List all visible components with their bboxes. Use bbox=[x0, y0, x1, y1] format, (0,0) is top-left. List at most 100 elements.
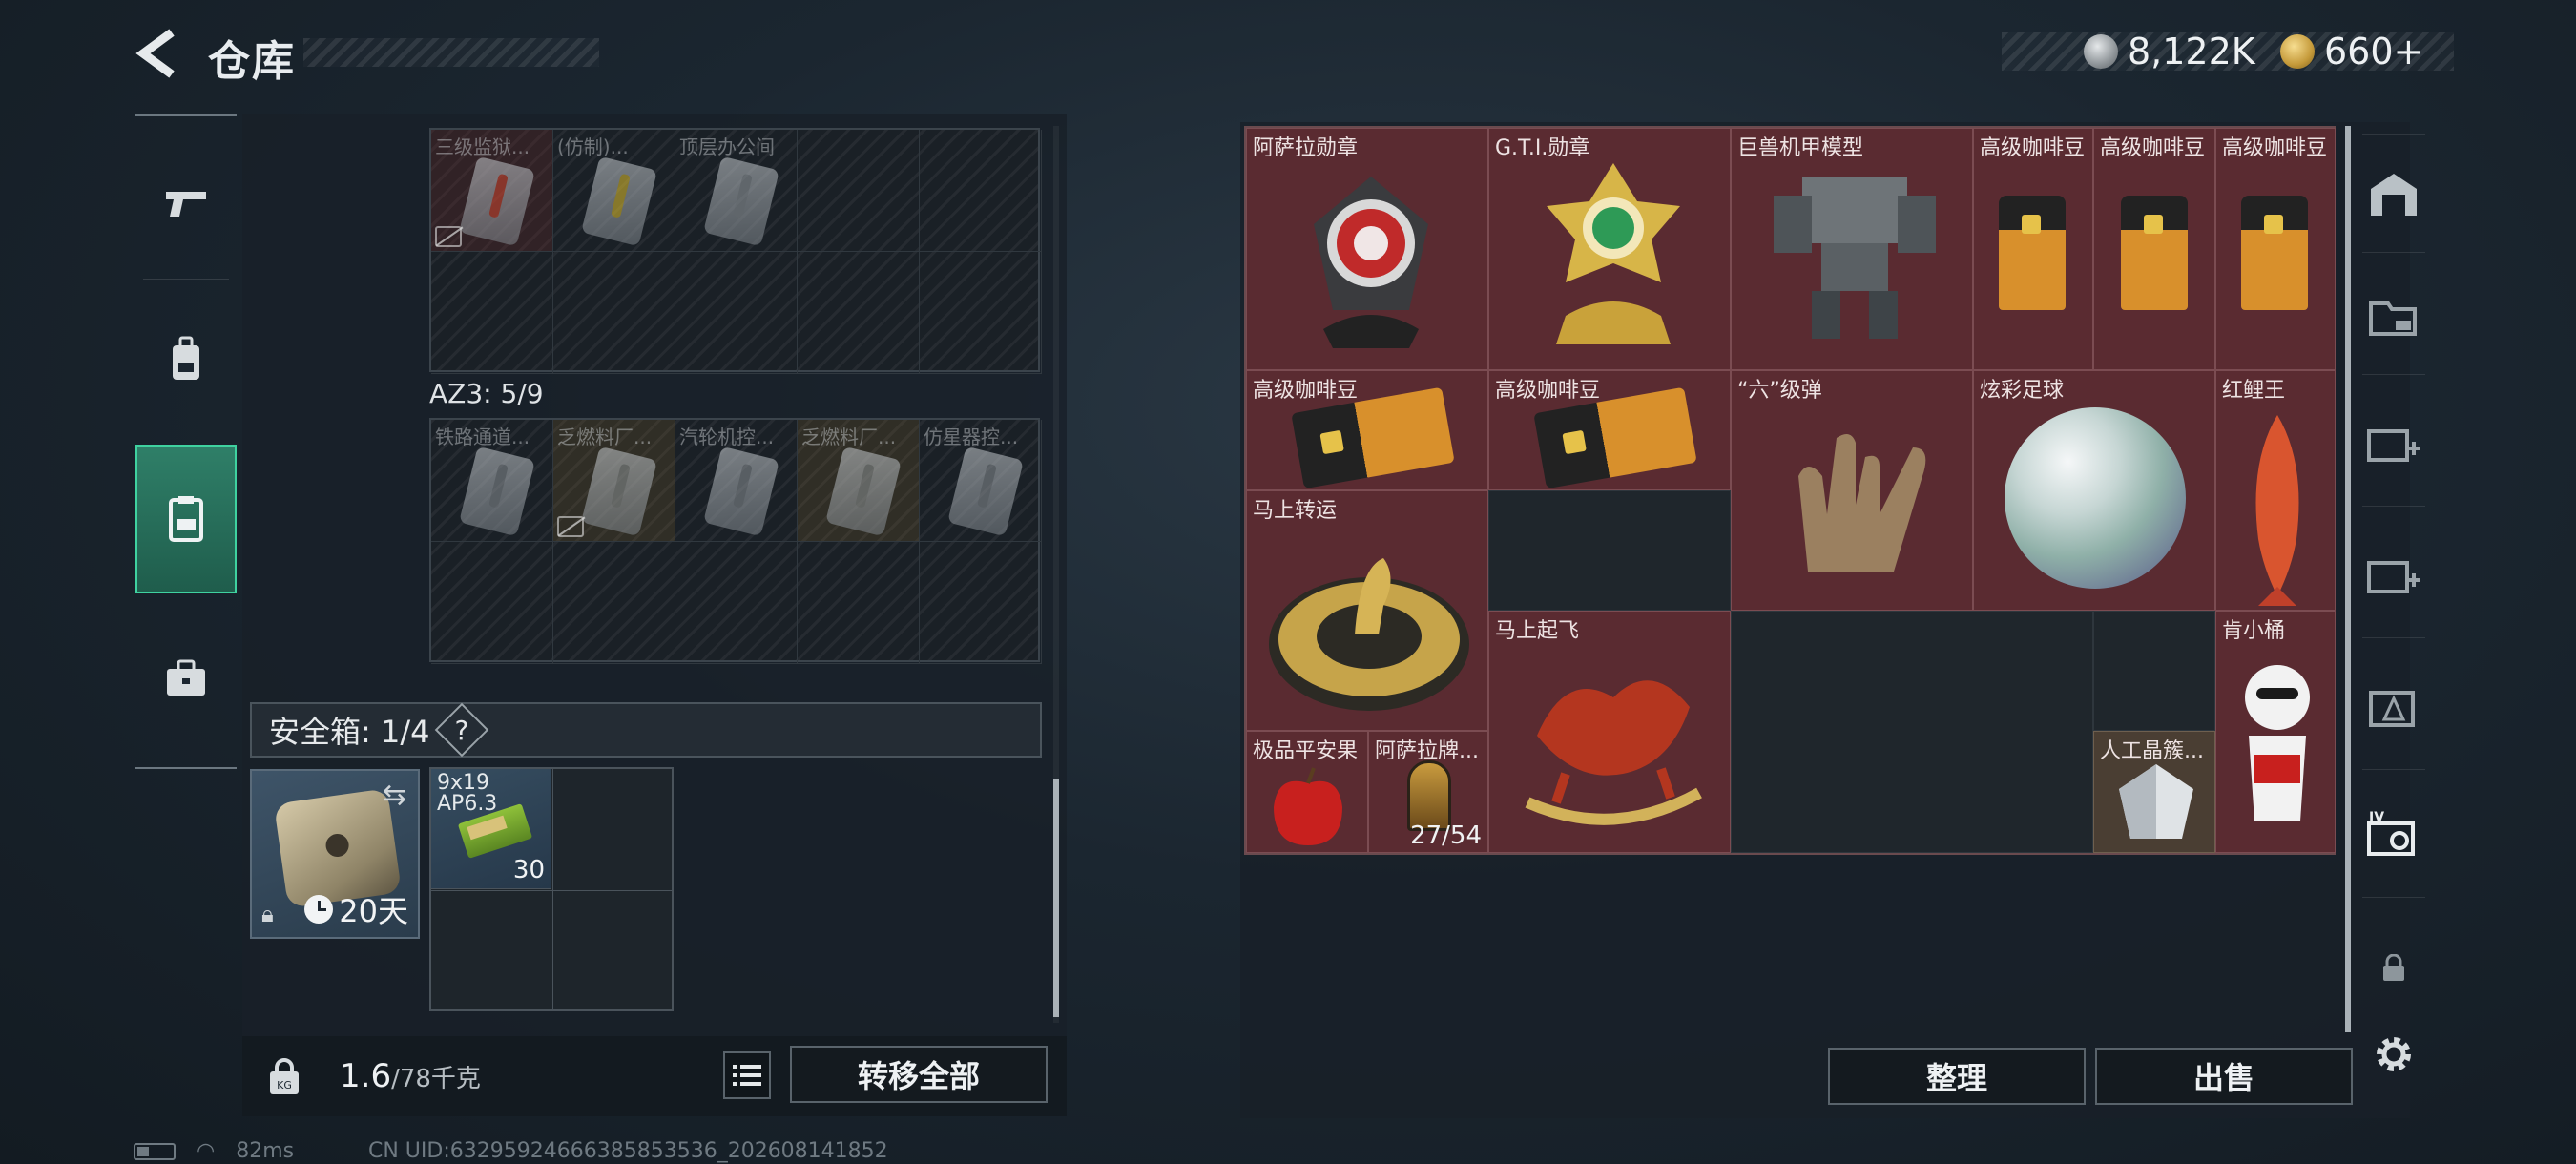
weight-value: 1.6/78千克 bbox=[340, 1057, 481, 1095]
rnav-item-add-2[interactable] bbox=[2358, 542, 2429, 609]
stash-item-coffee[interactable]: 高级咖啡豆 bbox=[1246, 370, 1488, 490]
hand-sculpture-icon bbox=[1798, 434, 1926, 572]
coffee-bag-icon bbox=[2121, 196, 2188, 310]
keycard-icon bbox=[581, 156, 657, 247]
stash-item-coffee[interactable]: 高级咖啡豆 bbox=[1973, 128, 2093, 370]
safebox-slot[interactable]: ⇆ 🔒︎ 20天 bbox=[250, 769, 420, 939]
nav-divider bbox=[143, 279, 229, 280]
keycard-icon bbox=[459, 156, 535, 247]
apple-icon bbox=[1274, 767, 1342, 845]
clock-icon bbox=[304, 895, 334, 924]
stash-item-horse-fortune[interactable]: 马上转运 bbox=[1246, 490, 1488, 731]
status-bar: ◠ 82ms bbox=[134, 1139, 294, 1163]
svg-text:IV: IV bbox=[2369, 810, 2384, 825]
gun-icon bbox=[166, 192, 206, 217]
stash-item-coffee[interactable]: 高级咖啡豆 bbox=[2093, 128, 2215, 370]
keycard-icon bbox=[581, 446, 657, 537]
briefcase-icon bbox=[167, 659, 205, 696]
rnav-item-stash[interactable] bbox=[2358, 160, 2429, 227]
page-title: 仓库 bbox=[208, 37, 296, 86]
list-icon bbox=[733, 1065, 761, 1086]
rnav-item-folder[interactable] bbox=[2358, 282, 2429, 349]
stash-item-horse-fly[interactable]: 马上起飞 bbox=[1488, 611, 1731, 853]
carp-icon bbox=[2255, 415, 2299, 606]
stash-item-crystal[interactable]: 人工晶簇... bbox=[2093, 731, 2215, 853]
safebox-header: 安全箱: 1/4 ? bbox=[250, 702, 1042, 758]
grid-item[interactable]: 汽轮机控... bbox=[675, 420, 798, 542]
tier-four-icon: IV bbox=[2367, 810, 2415, 856]
user-uid: CN UID:6329592466638585353​6_20260814185… bbox=[368, 1139, 888, 1163]
coffee-bag-icon bbox=[1999, 196, 2066, 310]
coffee-bag-icon bbox=[2241, 196, 2308, 310]
nav-vest[interactable] bbox=[135, 445, 237, 593]
sort-button[interactable]: 整理 bbox=[1828, 1048, 2086, 1105]
keycard-icon bbox=[703, 446, 779, 537]
ping-value: 82ms bbox=[236, 1139, 295, 1163]
weight-icon: KG bbox=[258, 1050, 311, 1105]
no-sell-icon bbox=[557, 516, 584, 537]
gold-currency[interactable]: 660+ bbox=[2280, 27, 2423, 76]
back-button[interactable] bbox=[134, 27, 181, 80]
keycard-icon bbox=[825, 446, 902, 537]
lock-icon: 🔒︎ bbox=[261, 901, 274, 927]
battery-icon bbox=[134, 1142, 176, 1160]
keycard-icon bbox=[947, 446, 1024, 537]
silver-amount: 8,122K bbox=[2128, 31, 2255, 73]
swap-icon[interactable]: ⇆ bbox=[383, 779, 406, 812]
stash-item-red-carp[interactable]: 红鲤王 bbox=[2215, 370, 2336, 611]
stash-item-six-bullet[interactable]: “六”级弹 bbox=[1731, 370, 1973, 611]
folder-icon bbox=[2369, 301, 2417, 336]
storage-scroll-thumb[interactable] bbox=[1053, 779, 1059, 1017]
gold-coin-icon bbox=[2280, 34, 2315, 69]
az3-label: AZ3: 5/9 bbox=[429, 378, 544, 409]
rocking-horse-icon bbox=[1525, 680, 1702, 825]
grid-item[interactable]: 三级监狱... bbox=[431, 130, 553, 252]
card-icon bbox=[1407, 760, 1451, 831]
list-view-button[interactable] bbox=[723, 1051, 771, 1099]
svg-text:KG: KG bbox=[277, 1079, 292, 1091]
nav-briefcase[interactable] bbox=[135, 607, 237, 750]
grid-item[interactable]: 铁路通道... bbox=[431, 420, 553, 542]
stash-item-kfc[interactable]: 肯小桶 bbox=[2215, 611, 2336, 853]
wifi-icon: ◠ bbox=[197, 1139, 216, 1163]
tier-three-icon bbox=[2369, 691, 2415, 727]
mech-icon bbox=[1774, 177, 1936, 339]
silver-currency[interactable]: 8,122K bbox=[2084, 27, 2255, 76]
stash-item-coffee[interactable]: 高级咖啡豆 bbox=[2215, 128, 2336, 370]
grid-item[interactable]: 仿星器控... bbox=[920, 420, 1042, 542]
stash-scroll-thumb[interactable] bbox=[2345, 126, 2351, 1032]
settings-button[interactable] bbox=[2358, 1021, 2429, 1088]
sell-button[interactable]: 出售 bbox=[2095, 1048, 2353, 1105]
vest-icon bbox=[169, 496, 203, 542]
add-container-icon bbox=[2367, 561, 2420, 593]
rnav-item-tier3[interactable] bbox=[2358, 674, 2429, 740]
stash-item-apple[interactable]: 极品平安果 bbox=[1246, 731, 1368, 853]
crystal-icon bbox=[2119, 764, 2193, 839]
nav-backpack[interactable] bbox=[135, 288, 237, 431]
title-decoration bbox=[303, 38, 599, 67]
add-container-icon bbox=[2367, 429, 2420, 462]
stash-item-asala-medal[interactable]: 阿萨拉勋章 bbox=[1246, 128, 1488, 370]
rnav-item-locked[interactable] bbox=[2358, 935, 2429, 1002]
stash-item-mech-model[interactable]: 巨兽机甲模型 bbox=[1731, 128, 1973, 370]
nav-weapons[interactable] bbox=[135, 132, 237, 275]
ammo-item[interactable]: 9x19 AP6.3 30 bbox=[431, 769, 551, 889]
rnav-item-tier4[interactable]: IV bbox=[2358, 803, 2429, 870]
grid-item[interactable]: 乏燃料厂... bbox=[798, 420, 920, 542]
stash-item-asala-card[interactable]: 阿萨拉牌... 27/54 bbox=[1368, 731, 1488, 853]
stash-item-gti-medal[interactable]: G.T.I.勋章 bbox=[1488, 128, 1731, 370]
transfer-all-button[interactable]: 转移全部 bbox=[790, 1046, 1048, 1103]
container-grid-top: 三级监狱... (仿制)... 顶层办公间 bbox=[429, 128, 1042, 374]
help-icon[interactable]: ? bbox=[435, 702, 489, 758]
grid-item[interactable]: 乏燃料厂... bbox=[553, 420, 675, 542]
horse-wheel-icon bbox=[1269, 558, 1469, 711]
container-grid-az3: 铁路通道... 乏燃料厂... 汽轮机控... 乏燃料厂... 仿星器控... bbox=[429, 418, 1042, 664]
keycard-icon bbox=[459, 446, 535, 537]
stash-item-football[interactable]: 炫彩足球 bbox=[1973, 370, 2215, 611]
stash-item-coffee[interactable]: 高级咖啡豆 bbox=[1488, 370, 1731, 490]
grid-item[interactable]: (仿制)... bbox=[553, 130, 675, 252]
silver-coin-icon bbox=[2084, 34, 2118, 69]
rnav-item-add-1[interactable] bbox=[2358, 410, 2429, 477]
grid-item[interactable]: 顶层办公间 bbox=[675, 130, 798, 252]
stash-grid: 阿萨拉勋章 G.T.I.勋章 巨兽机甲模型 高级咖啡豆 高级咖啡豆 高级咖啡豆 … bbox=[1244, 126, 2336, 855]
